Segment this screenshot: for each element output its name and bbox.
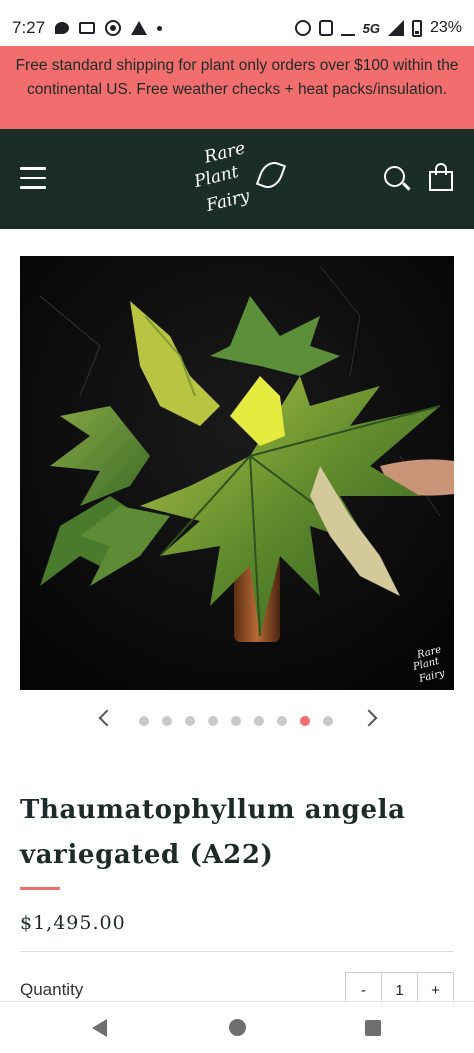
announcement-text: Free standard shipping for plant only or…	[15, 57, 459, 98]
chevron-right-icon[interactable]	[360, 709, 378, 727]
carousel-dot[interactable]	[277, 716, 287, 726]
nfc-icon	[318, 20, 333, 36]
signal-icon	[387, 20, 404, 36]
carousel-dot[interactable]	[208, 716, 218, 726]
carousel-dots	[139, 716, 333, 726]
carousel-dot[interactable]	[162, 716, 172, 726]
plant-photo: Rare Plant Fairy	[20, 256, 454, 690]
product-image[interactable]: Rare Plant Fairy	[20, 256, 454, 690]
warning-icon	[131, 21, 148, 35]
divider	[20, 951, 454, 952]
recent-apps-icon[interactable]	[365, 1020, 381, 1036]
logo-line-2: Plant	[192, 161, 241, 193]
product-price: $1,495.00	[20, 912, 126, 934]
battery-level: 23%	[429, 19, 462, 36]
carousel-dot[interactable]	[231, 716, 241, 726]
chat-icon	[55, 22, 70, 34]
status-right: 5G 23%	[294, 19, 462, 37]
logo-line-3: Fairy	[204, 185, 252, 217]
carousel-dot[interactable]	[139, 716, 149, 726]
carousel-navigation	[0, 706, 474, 736]
logo-line-1: Rare	[202, 138, 248, 168]
home-icon[interactable]	[229, 1019, 246, 1036]
product-title: Thaumatophyllum angela variegated (A22)	[20, 795, 406, 870]
battery-icon	[411, 19, 422, 37]
carousel-dot[interactable]	[185, 716, 195, 726]
system-navigation-bar	[0, 1001, 474, 1053]
carousel-dot-active[interactable]	[300, 716, 310, 726]
5g-icon: 5G	[362, 20, 380, 36]
search-icon[interactable]	[384, 166, 411, 192]
target-icon	[105, 20, 122, 36]
carousel-dot[interactable]	[254, 716, 264, 726]
status-left: 7:27	[12, 18, 163, 38]
quantity-label: Quantity	[20, 980, 84, 999]
site-logo[interactable]: Rare Plant Fairy	[190, 138, 287, 219]
leaf-icon	[255, 158, 287, 192]
back-icon[interactable]	[92, 1019, 107, 1037]
announcement-bar: Free standard shipping for plant only or…	[0, 46, 474, 130]
shopping-bag-icon[interactable]	[428, 163, 454, 191]
carousel-dot[interactable]	[323, 716, 333, 726]
alarm-icon	[294, 20, 311, 36]
status-time: 7:27	[12, 18, 46, 37]
chevron-left-icon[interactable]	[98, 709, 116, 727]
title-underline	[20, 887, 60, 890]
site-header: Rare Plant Fairy	[0, 129, 474, 229]
mute-icon	[340, 20, 355, 36]
card-icon	[79, 22, 96, 34]
hamburger-menu-icon[interactable]	[20, 167, 46, 189]
dot-icon	[157, 25, 163, 31]
